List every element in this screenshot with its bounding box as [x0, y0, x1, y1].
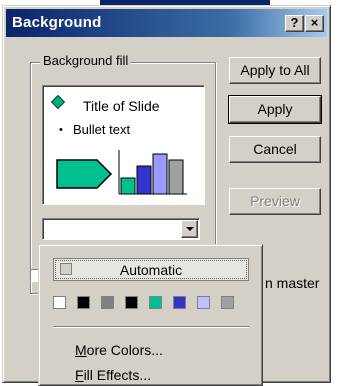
chevron-down-icon[interactable]: [181, 220, 198, 238]
more-colors-label: ore Colors...: [86, 342, 163, 358]
cancel-button[interactable]: Cancel: [229, 136, 321, 163]
help-button[interactable]: ?: [285, 15, 304, 32]
color-swatch-black-2[interactable]: [125, 296, 138, 309]
color-swatch-lavender[interactable]: [197, 296, 210, 309]
preview-shapes: [56, 150, 187, 195]
more-colors-item[interactable]: More Colors...: [75, 342, 163, 358]
fill-color-combo[interactable]: [42, 218, 200, 240]
apply-to-all-button[interactable]: Apply to All: [229, 57, 321, 84]
automatic-option[interactable]: Automatic: [53, 258, 249, 281]
slide-preview: Title of Slide • Bullet text: [42, 85, 205, 205]
close-button[interactable]: ×: [305, 15, 324, 32]
color-swatch-blue[interactable]: [173, 296, 186, 309]
preview-title-text: Title of Slide: [83, 98, 160, 114]
bullet-dot-icon: •: [59, 124, 63, 136]
background-fill-legend: Background fill: [40, 53, 132, 68]
dialog-title: Background: [12, 14, 102, 31]
apply-button[interactable]: Apply: [228, 95, 322, 124]
fill-effects-accel: F: [75, 367, 84, 383]
more-colors-accel: M: [75, 342, 87, 358]
fill-effects-label: ill Effects...: [83, 367, 151, 383]
diamond-bullet-icon: [50, 94, 66, 110]
color-swatch-gray[interactable]: [101, 296, 114, 309]
automatic-label: Automatic: [119, 262, 183, 278]
color-swatch-black[interactable]: [77, 296, 90, 309]
arrow-shape-icon: [56, 159, 113, 189]
preview-bullet-text: Bullet text: [73, 122, 131, 137]
color-swatch-teal[interactable]: [149, 296, 162, 309]
preview-button[interactable]: Preview: [229, 188, 321, 215]
title-bar: Background ? ×: [6, 9, 327, 37]
color-swatch-white[interactable]: [53, 296, 66, 309]
color-dropdown-menu: Automatic More Colors... Fill Effects...: [38, 244, 263, 386]
color-swatch-silver[interactable]: [221, 296, 234, 309]
omit-master-label: n master: [265, 275, 320, 291]
fill-effects-item[interactable]: Fill Effects...: [75, 367, 151, 383]
bar-chart-icon: [118, 150, 187, 195]
menu-separator: [53, 326, 249, 328]
